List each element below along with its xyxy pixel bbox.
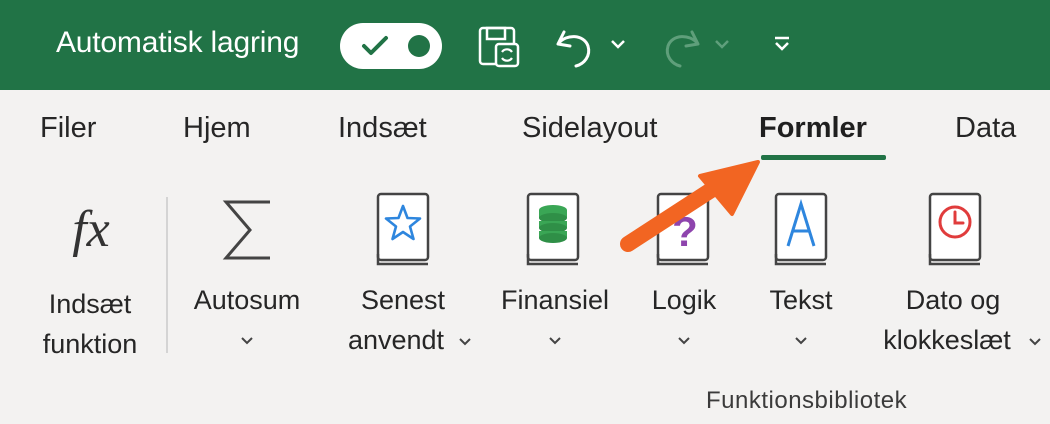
toggle-knob xyxy=(408,35,430,57)
insert-function-label-2: funktion xyxy=(42,329,138,359)
financial-chevron-down-icon xyxy=(549,337,561,345)
redo-dropdown-chevron-icon[interactable] xyxy=(714,38,730,50)
insert-function-label-1: Indsæt xyxy=(48,289,132,319)
tab-hjem[interactable]: Hjem xyxy=(183,112,251,145)
text-button[interactable]: Tekst xyxy=(746,188,856,368)
date-time-chevron-down-icon xyxy=(1029,338,1041,346)
recently-used-label-2: anvendt xyxy=(347,325,445,355)
tab-filer[interactable]: Filer xyxy=(40,112,96,145)
recently-used-button[interactable]: Senest anvendt xyxy=(328,188,478,368)
date-time-button[interactable]: Dato og klokkeslæt xyxy=(864,188,1048,368)
logical-button[interactable]: ? Logik xyxy=(632,188,736,368)
financial-label: Finansiel xyxy=(500,285,610,315)
tab-data[interactable]: Data xyxy=(955,112,1016,145)
date-time-label-1: Dato og xyxy=(905,285,1001,315)
coins-book-icon xyxy=(526,192,580,266)
star-book-icon xyxy=(376,192,430,266)
title-bar: Automatisk lagring xyxy=(0,0,1050,90)
group-label-function-library: Funktionsbibliotek xyxy=(706,387,908,414)
redo-icon[interactable] xyxy=(656,24,706,70)
sigma-icon xyxy=(222,200,270,260)
logical-chevron-down-icon xyxy=(678,337,690,345)
undo-icon[interactable] xyxy=(550,24,600,70)
svg-text:?: ? xyxy=(672,208,698,255)
autosave-toggle[interactable] xyxy=(340,23,442,69)
autosum-label: Autosum xyxy=(193,285,301,315)
tab-indsaet[interactable]: Indsæt xyxy=(338,112,427,145)
undo-dropdown-chevron-icon[interactable] xyxy=(610,38,626,50)
clock-book-icon xyxy=(928,192,982,266)
customize-toolbar-icon[interactable] xyxy=(772,34,792,54)
fx-icon: fx xyxy=(72,201,110,258)
svg-text:fx: fx xyxy=(72,201,110,258)
active-tab-indicator xyxy=(761,155,886,160)
tab-formler[interactable]: Formler xyxy=(759,112,867,145)
tab-sidelayout[interactable]: Sidelayout xyxy=(522,112,657,145)
insert-function-button[interactable]: fx Indsæt funktion xyxy=(20,188,160,368)
question-book-icon: ? xyxy=(656,192,710,266)
check-icon xyxy=(362,36,388,55)
save-icon[interactable] xyxy=(476,24,522,70)
recently-used-label-1: Senest xyxy=(360,285,446,315)
recently-used-chevron-down-icon xyxy=(459,338,471,346)
letter-a-book-icon xyxy=(774,192,828,266)
autosum-chevron-down-icon xyxy=(241,337,253,345)
autosave-label: Automatisk lagring xyxy=(56,26,300,59)
text-label: Tekst xyxy=(769,285,833,315)
date-time-label-2: klokkeslæt xyxy=(883,325,1011,355)
logical-label: Logik xyxy=(651,285,717,315)
ribbon-separator xyxy=(166,197,168,353)
autosum-button[interactable]: Autosum xyxy=(176,188,318,368)
financial-button[interactable]: Finansiel xyxy=(488,188,622,368)
text-chevron-down-icon xyxy=(795,337,807,345)
